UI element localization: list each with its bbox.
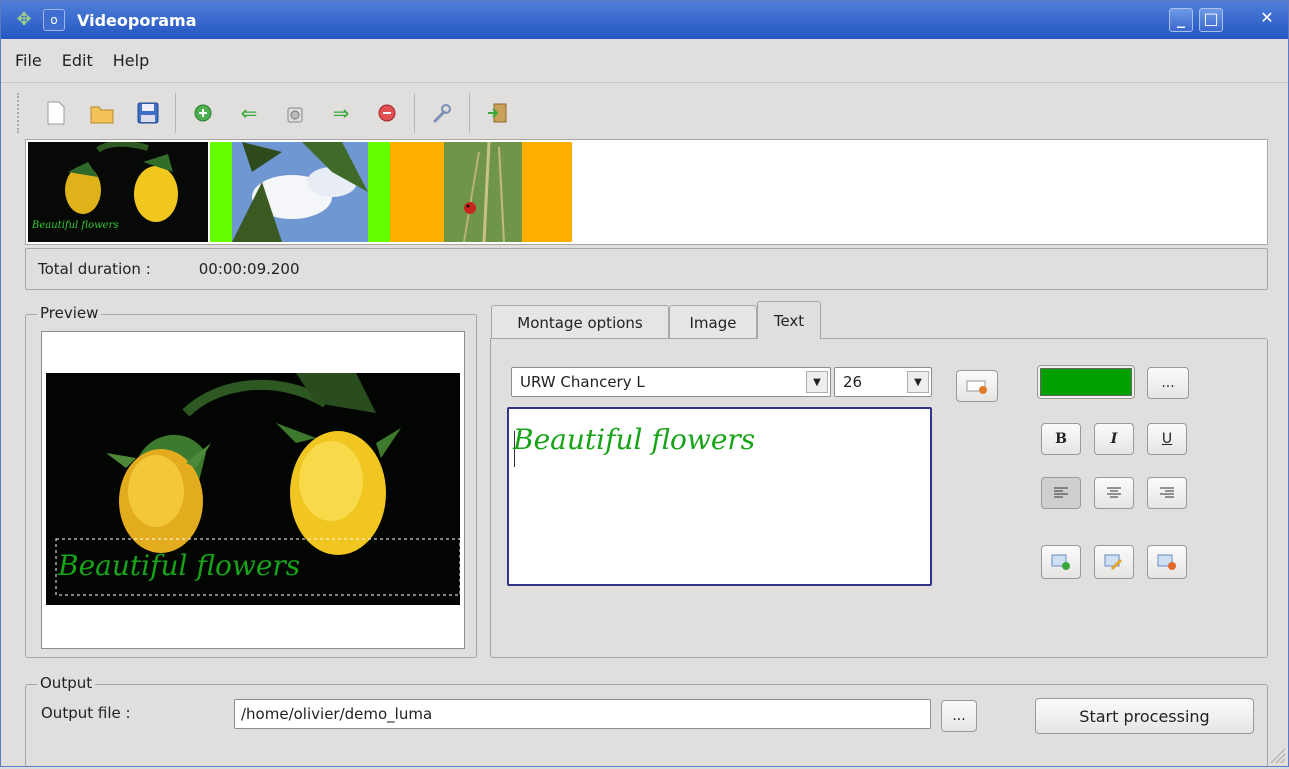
window-menu-icon[interactable]: o bbox=[43, 9, 65, 31]
menu-bar: File Edit Help bbox=[1, 39, 1288, 83]
transition-block-orange[interactable] bbox=[390, 142, 444, 242]
remove-text-icon bbox=[1157, 554, 1176, 570]
caption-text-editor[interactable]: Beautiful flowers bbox=[507, 407, 932, 586]
toolbar: ⇐ ⇒ bbox=[1, 87, 1288, 139]
exit-icon[interactable] bbox=[482, 98, 512, 128]
duration-value: 00:00:09.200 bbox=[198, 260, 300, 278]
align-center-button[interactable] bbox=[1094, 477, 1134, 509]
toolbar-grip[interactable] bbox=[17, 93, 23, 133]
output-file-input[interactable]: /home/olivier/demo_luma bbox=[234, 699, 931, 729]
align-right-button[interactable] bbox=[1147, 477, 1187, 509]
output-file-label: Output file : bbox=[41, 704, 131, 722]
caption-text-content: Beautiful flowers bbox=[513, 423, 756, 456]
timeline-thumbnail-roses[interactable]: Beautiful flowers bbox=[28, 142, 208, 242]
font-family-combo[interactable]: URW Chancery L ▼ bbox=[511, 367, 831, 397]
transition-block-green[interactable] bbox=[210, 142, 232, 242]
toolbar-separator bbox=[469, 93, 470, 133]
window-title: Videoporama bbox=[77, 10, 197, 30]
timeline-strip[interactable]: Beautiful flowers bbox=[25, 139, 1268, 245]
close-icon[interactable]: ✕ bbox=[1255, 8, 1279, 32]
chevron-down-icon[interactable]: ▼ bbox=[806, 371, 828, 393]
app-logo-icon: ✥ bbox=[16, 9, 32, 30]
maximize-icon[interactable]: □ bbox=[1199, 8, 1223, 32]
resize-grip[interactable] bbox=[1267, 745, 1287, 765]
new-file-icon[interactable] bbox=[41, 98, 71, 128]
transition-block-orange[interactable] bbox=[522, 142, 572, 242]
add-text-icon bbox=[1051, 554, 1070, 570]
tab-image[interactable]: Image bbox=[669, 305, 757, 339]
align-center-icon bbox=[1107, 487, 1121, 498]
menu-file[interactable]: File bbox=[15, 51, 42, 70]
edit-text-button[interactable] bbox=[1094, 545, 1134, 579]
font-size-combo[interactable]: 26 ▼ bbox=[834, 367, 932, 397]
preview-canvas: Beautiful flowers bbox=[41, 331, 465, 649]
color-picker-button[interactable]: ... bbox=[1147, 367, 1189, 399]
output-group-label: Output bbox=[37, 674, 96, 692]
align-left-button[interactable] bbox=[1041, 477, 1081, 509]
text-properties-icon bbox=[966, 380, 987, 394]
save-icon[interactable] bbox=[133, 98, 163, 128]
text-color-swatch[interactable] bbox=[1037, 365, 1135, 399]
settings-wrench-icon[interactable] bbox=[427, 98, 457, 128]
minimize-icon[interactable]: _ bbox=[1169, 8, 1193, 32]
preview-caption[interactable]: Beautiful flowers bbox=[58, 549, 300, 582]
preview-image[interactable]: Beautiful flowers bbox=[46, 373, 460, 605]
toolbar-separator bbox=[175, 93, 176, 133]
chevron-down-icon[interactable]: ▼ bbox=[907, 371, 929, 393]
start-processing-button[interactable]: Start processing bbox=[1035, 698, 1254, 734]
tab-text[interactable]: Text bbox=[757, 301, 821, 339]
transition-block-green[interactable] bbox=[368, 142, 390, 242]
align-left-icon bbox=[1054, 487, 1068, 498]
move-right-icon[interactable]: ⇒ bbox=[326, 98, 356, 128]
underline-button[interactable]: U bbox=[1147, 423, 1187, 455]
align-right-icon bbox=[1160, 487, 1174, 498]
timeline-thumbnail-sky-tree[interactable] bbox=[232, 142, 368, 242]
color-preview bbox=[1040, 368, 1132, 396]
add-text-button[interactable] bbox=[1041, 545, 1081, 579]
toolbar-separator bbox=[414, 93, 415, 133]
tab-montage-options[interactable]: Montage options bbox=[491, 305, 669, 339]
open-folder-icon[interactable] bbox=[87, 98, 117, 128]
title-bar: ✥ o Videoporama _ □ ✕ bbox=[1, 1, 1288, 39]
output-browse-button[interactable]: ... bbox=[941, 700, 977, 732]
italic-button[interactable]: I bbox=[1094, 423, 1134, 455]
font-family-value: URW Chancery L bbox=[520, 373, 645, 391]
add-icon[interactable] bbox=[188, 98, 218, 128]
duration-label: Total duration : bbox=[38, 260, 151, 278]
timeline-thumbnail-caption: Beautiful flowers bbox=[32, 220, 119, 231]
text-properties-button[interactable] bbox=[956, 370, 998, 402]
preview-group-label: Preview bbox=[37, 304, 102, 322]
move-left-icon[interactable]: ⇐ bbox=[234, 98, 264, 128]
bold-button[interactable]: B bbox=[1041, 423, 1081, 455]
tab-pane-top-gap bbox=[758, 336, 820, 340]
menu-help[interactable]: Help bbox=[113, 51, 149, 70]
main-window: ✥ o Videoporama _ □ ✕ File Edit Help ⇐ ⇒ bbox=[0, 0, 1289, 768]
duration-bar: Total duration : 00:00:09.200 bbox=[25, 248, 1268, 290]
camera-icon[interactable] bbox=[280, 98, 310, 128]
font-size-value: 26 bbox=[843, 373, 863, 391]
menu-edit[interactable]: Edit bbox=[62, 51, 93, 70]
timeline-thumbnail-ladybug[interactable] bbox=[444, 142, 522, 242]
edit-text-icon bbox=[1104, 554, 1123, 571]
remove-text-button[interactable] bbox=[1147, 545, 1187, 579]
remove-icon[interactable] bbox=[372, 98, 402, 128]
